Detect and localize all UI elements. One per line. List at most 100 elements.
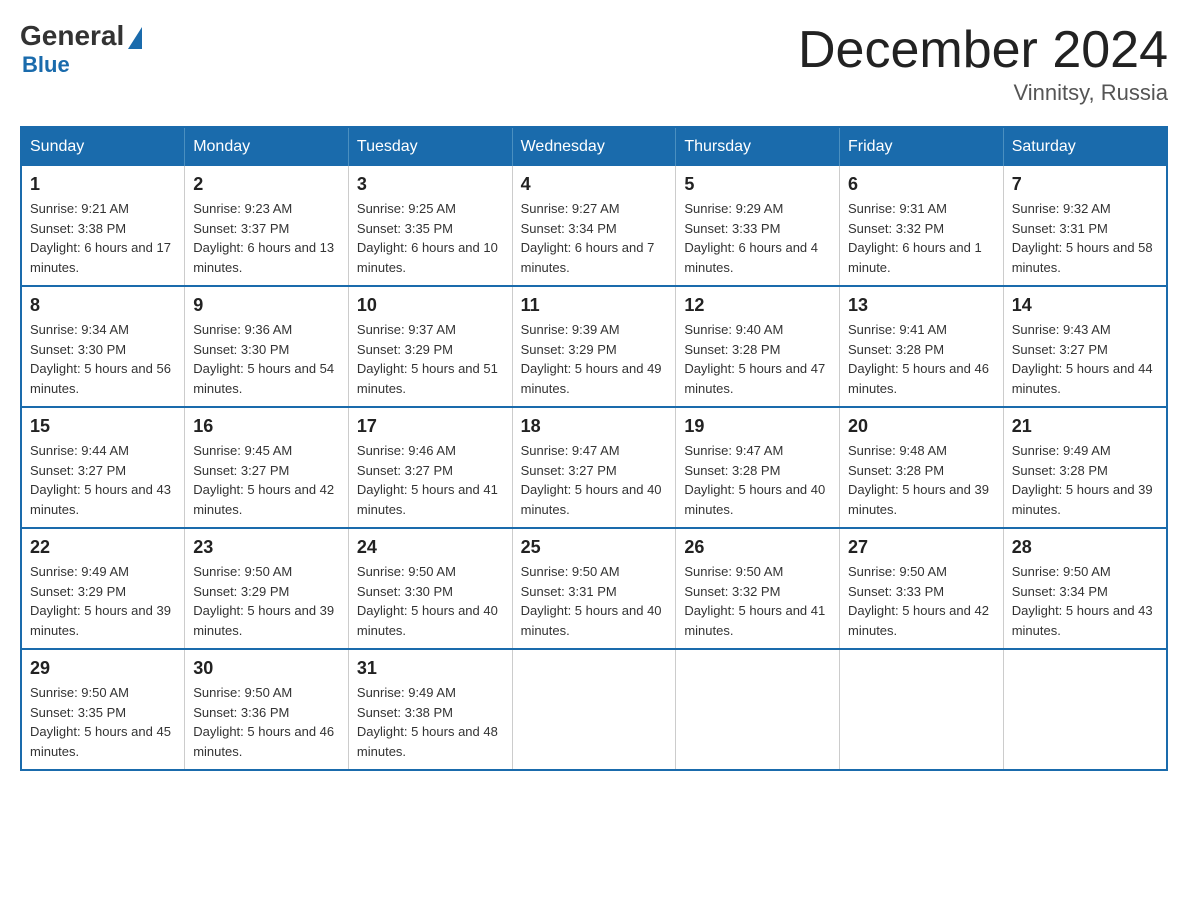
day-number: 14: [1012, 295, 1158, 316]
calendar-cell: [1003, 649, 1167, 770]
calendar-cell: 26 Sunrise: 9:50 AMSunset: 3:32 PMDayligh…: [676, 528, 840, 649]
logo: General Blue: [20, 20, 142, 78]
logo-blue-text: Blue: [22, 52, 70, 78]
calendar-cell: 25 Sunrise: 9:50 AMSunset: 3:31 PMDayligh…: [512, 528, 676, 649]
day-info: Sunrise: 9:25 AMSunset: 3:35 PMDaylight:…: [357, 199, 504, 277]
logo-triangle-icon: [128, 27, 142, 49]
day-info: Sunrise: 9:50 AMSunset: 3:35 PMDaylight:…: [30, 683, 176, 761]
calendar-week-row: 1 Sunrise: 9:21 AMSunset: 3:38 PMDaylight…: [21, 166, 1167, 286]
day-number: 5: [684, 174, 831, 195]
page-header: General Blue December 2024 Vinnitsy, Rus…: [20, 20, 1168, 106]
day-number: 23: [193, 537, 340, 558]
day-number: 31: [357, 658, 504, 679]
day-info: Sunrise: 9:45 AMSunset: 3:27 PMDaylight:…: [193, 441, 340, 519]
calendar-cell: 22 Sunrise: 9:49 AMSunset: 3:29 PMDayligh…: [21, 528, 185, 649]
day-number: 19: [684, 416, 831, 437]
day-number: 18: [521, 416, 668, 437]
day-info: Sunrise: 9:29 AMSunset: 3:33 PMDaylight:…: [684, 199, 831, 277]
day-number: 10: [357, 295, 504, 316]
calendar-table: SundayMondayTuesdayWednesdayThursdayFrid…: [20, 126, 1168, 771]
calendar-cell: 9 Sunrise: 9:36 AMSunset: 3:30 PMDaylight…: [185, 286, 349, 407]
logo-general-text: General: [20, 20, 124, 52]
day-number: 13: [848, 295, 995, 316]
day-number: 12: [684, 295, 831, 316]
day-number: 4: [521, 174, 668, 195]
day-of-week-header: Thursday: [676, 127, 840, 166]
calendar-cell: 23 Sunrise: 9:50 AMSunset: 3:29 PMDayligh…: [185, 528, 349, 649]
calendar-cell: [676, 649, 840, 770]
calendar-cell: 18 Sunrise: 9:47 AMSunset: 3:27 PMDayligh…: [512, 407, 676, 528]
day-number: 20: [848, 416, 995, 437]
location-label: Vinnitsy, Russia: [798, 80, 1168, 106]
day-info: Sunrise: 9:47 AMSunset: 3:28 PMDaylight:…: [684, 441, 831, 519]
calendar-cell: 20Sunrise: 9:48 AMSunset: 3:28 PMDayligh…: [840, 407, 1004, 528]
day-info: Sunrise: 9:44 AMSunset: 3:27 PMDaylight:…: [30, 441, 176, 519]
day-info: Sunrise: 9:50 AMSunset: 3:33 PMDaylight:…: [848, 562, 995, 640]
day-number: 7: [1012, 174, 1158, 195]
day-info: Sunrise: 9:37 AMSunset: 3:29 PMDaylight:…: [357, 320, 504, 398]
day-info: Sunrise: 9:49 AMSunset: 3:29 PMDaylight:…: [30, 562, 176, 640]
calendar-week-row: 8 Sunrise: 9:34 AMSunset: 3:30 PMDaylight…: [21, 286, 1167, 407]
day-number: 29: [30, 658, 176, 679]
day-number: 8: [30, 295, 176, 316]
calendar-cell: 21 Sunrise: 9:49 AMSunset: 3:28 PMDayligh…: [1003, 407, 1167, 528]
calendar-cell: 24 Sunrise: 9:50 AMSunset: 3:30 PMDayligh…: [348, 528, 512, 649]
calendar-cell: 28 Sunrise: 9:50 AMSunset: 3:34 PMDayligh…: [1003, 528, 1167, 649]
day-of-week-header: Saturday: [1003, 127, 1167, 166]
day-info: Sunrise: 9:41 AMSunset: 3:28 PMDaylight:…: [848, 320, 995, 398]
day-info: Sunrise: 9:50 AMSunset: 3:29 PMDaylight:…: [193, 562, 340, 640]
day-info: Sunrise: 9:27 AMSunset: 3:34 PMDaylight:…: [521, 199, 668, 277]
day-number: 28: [1012, 537, 1158, 558]
calendar-cell: 1 Sunrise: 9:21 AMSunset: 3:38 PMDaylight…: [21, 166, 185, 286]
calendar-cell: 12 Sunrise: 9:40 AMSunset: 3:28 PMDayligh…: [676, 286, 840, 407]
day-info: Sunrise: 9:49 AMSunset: 3:38 PMDaylight:…: [357, 683, 504, 761]
day-number: 26: [684, 537, 831, 558]
day-info: Sunrise: 9:40 AMSunset: 3:28 PMDaylight:…: [684, 320, 831, 398]
day-info: Sunrise: 9:34 AMSunset: 3:30 PMDaylight:…: [30, 320, 176, 398]
day-of-week-header: Friday: [840, 127, 1004, 166]
day-of-week-header: Monday: [185, 127, 349, 166]
calendar-cell: 29 Sunrise: 9:50 AMSunset: 3:35 PMDayligh…: [21, 649, 185, 770]
day-number: 1: [30, 174, 176, 195]
day-number: 3: [357, 174, 504, 195]
calendar-cell: 4 Sunrise: 9:27 AMSunset: 3:34 PMDaylight…: [512, 166, 676, 286]
calendar-week-row: 15Sunrise: 9:44 AMSunset: 3:27 PMDayligh…: [21, 407, 1167, 528]
calendar-week-row: 29 Sunrise: 9:50 AMSunset: 3:35 PMDayligh…: [21, 649, 1167, 770]
calendar-cell: 27Sunrise: 9:50 AMSunset: 3:33 PMDayligh…: [840, 528, 1004, 649]
calendar-cell: 6Sunrise: 9:31 AMSunset: 3:32 PMDaylight…: [840, 166, 1004, 286]
day-info: Sunrise: 9:50 AMSunset: 3:32 PMDaylight:…: [684, 562, 831, 640]
day-info: Sunrise: 9:50 AMSunset: 3:34 PMDaylight:…: [1012, 562, 1158, 640]
calendar-cell: 13 Sunrise: 9:41 AMSunset: 3:28 PMDayligh…: [840, 286, 1004, 407]
day-info: Sunrise: 9:43 AMSunset: 3:27 PMDaylight:…: [1012, 320, 1158, 398]
calendar-cell: 7 Sunrise: 9:32 AMSunset: 3:31 PMDaylight…: [1003, 166, 1167, 286]
calendar-cell: 8 Sunrise: 9:34 AMSunset: 3:30 PMDaylight…: [21, 286, 185, 407]
day-number: 25: [521, 537, 668, 558]
calendar-cell: 2 Sunrise: 9:23 AMSunset: 3:37 PMDaylight…: [185, 166, 349, 286]
day-info: Sunrise: 9:49 AMSunset: 3:28 PMDaylight:…: [1012, 441, 1158, 519]
day-number: 21: [1012, 416, 1158, 437]
calendar-cell: 11Sunrise: 9:39 AMSunset: 3:29 PMDayligh…: [512, 286, 676, 407]
day-of-week-header: Tuesday: [348, 127, 512, 166]
day-info: Sunrise: 9:36 AMSunset: 3:30 PMDaylight:…: [193, 320, 340, 398]
day-info: Sunrise: 9:23 AMSunset: 3:37 PMDaylight:…: [193, 199, 340, 277]
day-number: 2: [193, 174, 340, 195]
day-number: 9: [193, 295, 340, 316]
calendar-cell: 5 Sunrise: 9:29 AMSunset: 3:33 PMDaylight…: [676, 166, 840, 286]
day-info: Sunrise: 9:31 AMSunset: 3:32 PMDaylight:…: [848, 199, 995, 277]
day-info: Sunrise: 9:21 AMSunset: 3:38 PMDaylight:…: [30, 199, 176, 277]
day-info: Sunrise: 9:50 AMSunset: 3:36 PMDaylight:…: [193, 683, 340, 761]
day-number: 17: [357, 416, 504, 437]
calendar-week-row: 22 Sunrise: 9:49 AMSunset: 3:29 PMDayligh…: [21, 528, 1167, 649]
day-number: 16: [193, 416, 340, 437]
day-number: 22: [30, 537, 176, 558]
calendar-cell: [512, 649, 676, 770]
calendar-cell: [840, 649, 1004, 770]
day-info: Sunrise: 9:47 AMSunset: 3:27 PMDaylight:…: [521, 441, 668, 519]
day-info: Sunrise: 9:39 AMSunset: 3:29 PMDaylight:…: [521, 320, 668, 398]
day-info: Sunrise: 9:50 AMSunset: 3:30 PMDaylight:…: [357, 562, 504, 640]
month-title: December 2024: [798, 20, 1168, 80]
calendar-cell: 3 Sunrise: 9:25 AMSunset: 3:35 PMDaylight…: [348, 166, 512, 286]
day-info: Sunrise: 9:50 AMSunset: 3:31 PMDaylight:…: [521, 562, 668, 640]
day-number: 24: [357, 537, 504, 558]
day-info: Sunrise: 9:32 AMSunset: 3:31 PMDaylight:…: [1012, 199, 1158, 277]
